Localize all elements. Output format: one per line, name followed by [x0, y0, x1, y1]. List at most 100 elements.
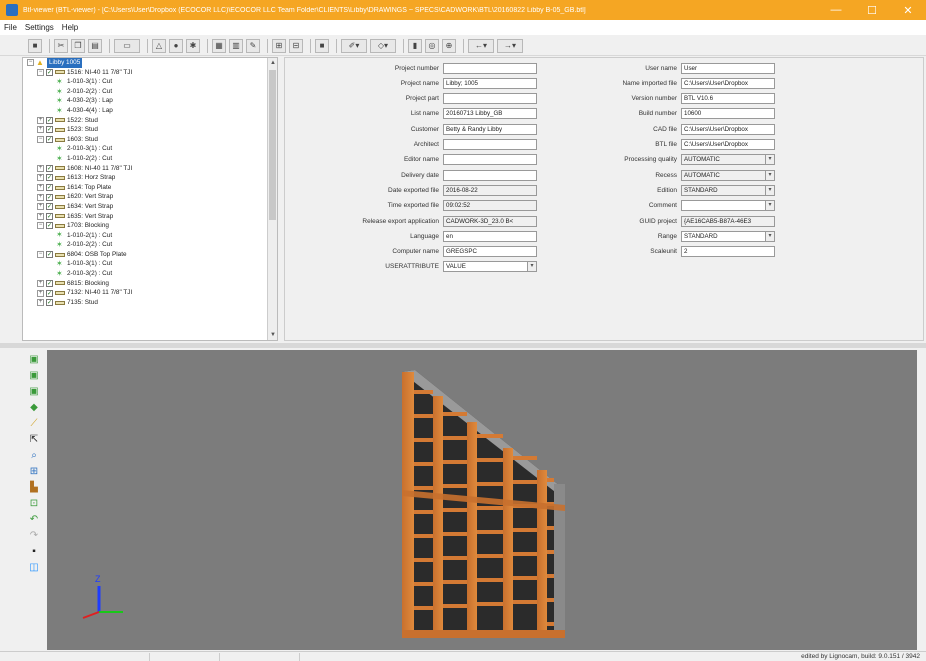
dropdown-arrow-icon[interactable]: ▾ [765, 154, 775, 166]
expand-icon[interactable]: + [37, 126, 44, 134]
checkbox[interactable]: ✓ [46, 299, 53, 307]
dropdown-arrow-icon[interactable]: ▾ [765, 169, 775, 181]
checkbox[interactable]: ✓ [46, 222, 53, 230]
property-value-field[interactable] [681, 200, 766, 212]
tree-item[interactable]: + ✓ 1634: Vert Strap [23, 202, 277, 212]
property-value-field[interactable]: Betty & Randy Libby [443, 123, 537, 135]
tree-leaf-item[interactable]: ✶ 1-010-3(1) : Cut [23, 77, 277, 87]
tree-item[interactable]: + ✓ 1608: NI-40 11 7/8" TJI [23, 164, 277, 174]
tree-item[interactable]: − ▲ Libby 1005 [23, 58, 277, 68]
collapse-icon[interactable]: − [37, 251, 44, 259]
checkbox[interactable]: ✓ [46, 184, 53, 192]
view-front-icon[interactable]: ▣ [28, 354, 40, 366]
collapse-icon[interactable]: − [37, 222, 44, 230]
maximize-button[interactable]: ☐ [854, 0, 890, 20]
expand-icon[interactable]: + [37, 289, 44, 297]
expand-icon[interactable]: + [37, 299, 44, 307]
tree-item[interactable]: − ✓ 1603: Stud [23, 135, 277, 145]
expand-icon[interactable]: + [37, 164, 44, 172]
lock-icon[interactable]: ⊕ [442, 38, 456, 53]
import-icon[interactable]: ⊟ [289, 38, 303, 53]
redo-icon[interactable]: ↷ [28, 530, 40, 542]
tree-item[interactable]: + ✓ 1635: Vert Strap [23, 212, 277, 222]
expand-icon[interactable]: + [37, 279, 44, 287]
tree-item[interactable]: + ✓ 1620: Vert Strap [23, 192, 277, 202]
property-value-field[interactable]: 20160713 Libby_GB [443, 108, 537, 120]
tree-item[interactable]: − ✓ 1703: Blocking [23, 221, 277, 231]
tree-item[interactable]: + ✓ 7132: NI-40 11 7/8" TJI [23, 288, 277, 298]
property-value-field[interactable]: 09:02:52 [443, 200, 537, 212]
property-value-field[interactable] [443, 154, 537, 166]
checkbox[interactable]: ✓ [46, 116, 53, 124]
checkbox[interactable]: ✓ [46, 279, 53, 287]
checkbox[interactable]: ✓ [46, 126, 53, 134]
diamond-icon[interactable]: ◇▾ [370, 38, 396, 53]
expand-icon[interactable]: + [37, 174, 44, 182]
property-value-field[interactable]: VALUE [443, 261, 528, 273]
table-icon[interactable]: ▥ [229, 38, 243, 53]
property-value-field[interactable]: 2016-08-22 [443, 184, 537, 196]
property-value-field[interactable]: C:\Users\User\Dropbox [681, 139, 775, 150]
tree-leaf-item[interactable]: ✶ 2-010-3(1) : Cut [23, 144, 277, 154]
stop-icon[interactable]: ■ [315, 38, 329, 53]
property-value-field[interactable]: {AE16CAB5-B87A-46E3 [681, 215, 775, 227]
tree-item[interactable]: − ✓ 1516: NI-40 11 7/8" TJI [23, 68, 277, 78]
tree-leaf-item[interactable]: ✶ 1-010-2(1) : Cut [23, 231, 277, 241]
property-value-field[interactable]: BTL V10.6 [681, 93, 775, 105]
property-value-field[interactable]: 2 [681, 246, 775, 258]
tree-item[interactable]: + ✓ 1523: Stud [23, 125, 277, 135]
tree-item[interactable]: + ✓ 1613: Horz Strap [23, 173, 277, 183]
checkbox[interactable]: ✓ [46, 164, 53, 172]
property-value-field[interactable] [443, 93, 537, 105]
collapse-icon[interactable]: − [27, 59, 34, 67]
pen-icon[interactable]: ✎ [246, 38, 260, 53]
checkbox[interactable]: ✓ [46, 212, 53, 220]
tree-leaf-item[interactable]: ✶ 4-030-2(3) : Lap [23, 96, 277, 106]
checkbox[interactable]: ✓ [46, 174, 53, 182]
property-value-field[interactable]: AUTOMATIC [681, 169, 766, 181]
grid-icon[interactable]: ▦ [212, 38, 226, 53]
collapse-icon[interactable]: − [37, 136, 44, 144]
collapse-icon[interactable]: − [37, 68, 44, 76]
tree-item[interactable]: + ✓ 6815: Blocking [23, 279, 277, 289]
triangle-icon[interactable]: △ [152, 38, 166, 53]
arrow-left-icon[interactable]: ←▾ [468, 38, 494, 53]
property-value-field[interactable]: AUTOMATIC [681, 154, 766, 166]
arrow-right-icon[interactable]: →▾ [497, 38, 523, 53]
fit-icon[interactable]: ⊞ [28, 466, 40, 478]
group-icon[interactable]: ⊡ [28, 498, 40, 510]
menu-settings[interactable]: Settings [25, 23, 54, 32]
expand-icon[interactable]: + [37, 116, 44, 124]
tree-leaf-item[interactable]: ✶ 4-030-4(4) : Lap [23, 106, 277, 116]
dropdown-arrow-icon[interactable]: ▾ [765, 230, 775, 242]
expand-icon[interactable]: + [37, 184, 44, 192]
expand-icon[interactable]: + [37, 212, 44, 220]
property-value-field[interactable]: Libby; 1005 [443, 77, 537, 89]
brush-icon[interactable]: ✐▾ [341, 38, 367, 53]
minimize-button[interactable]: — [818, 0, 854, 20]
cube-icon[interactable]: ◫ [28, 562, 40, 574]
checkbox[interactable]: ✓ [46, 289, 53, 297]
checkbox[interactable]: ✓ [46, 251, 53, 259]
tree-leaf-item[interactable]: ✶ 2-010-3(2) : Cut [23, 269, 277, 279]
measure-icon[interactable]: ⟋ [28, 418, 40, 430]
checkbox[interactable]: ✓ [46, 68, 53, 76]
dropdown-arrow-icon[interactable]: ▾ [765, 200, 775, 212]
tree-item[interactable]: + ✓ 1522: Stud [23, 116, 277, 126]
target-icon[interactable]: ◎ [425, 38, 439, 53]
menu-file[interactable]: File [4, 23, 17, 32]
property-value-field[interactable] [443, 62, 537, 74]
tree-item[interactable]: + ✓ 1614: Top Plate [23, 183, 277, 193]
chart-icon[interactable]: ▮ [408, 38, 422, 53]
export-icon[interactable]: ⊞ [272, 38, 286, 53]
undo-icon[interactable]: ↶ [28, 514, 40, 526]
view-iso-icon[interactable]: ◆ [28, 402, 40, 414]
3d-viewport[interactable]: Z [47, 350, 917, 650]
property-value-field[interactable]: CADWORK-3D_23.0 B< [443, 215, 537, 227]
menu-help[interactable]: Help [62, 23, 78, 32]
splitter[interactable] [0, 343, 926, 348]
property-value-field[interactable]: STANDARD [681, 230, 766, 242]
select-icon[interactable]: ⇱ [28, 434, 40, 446]
scroll-thumb[interactable] [269, 70, 276, 220]
checkbox[interactable]: ✓ [46, 203, 53, 211]
